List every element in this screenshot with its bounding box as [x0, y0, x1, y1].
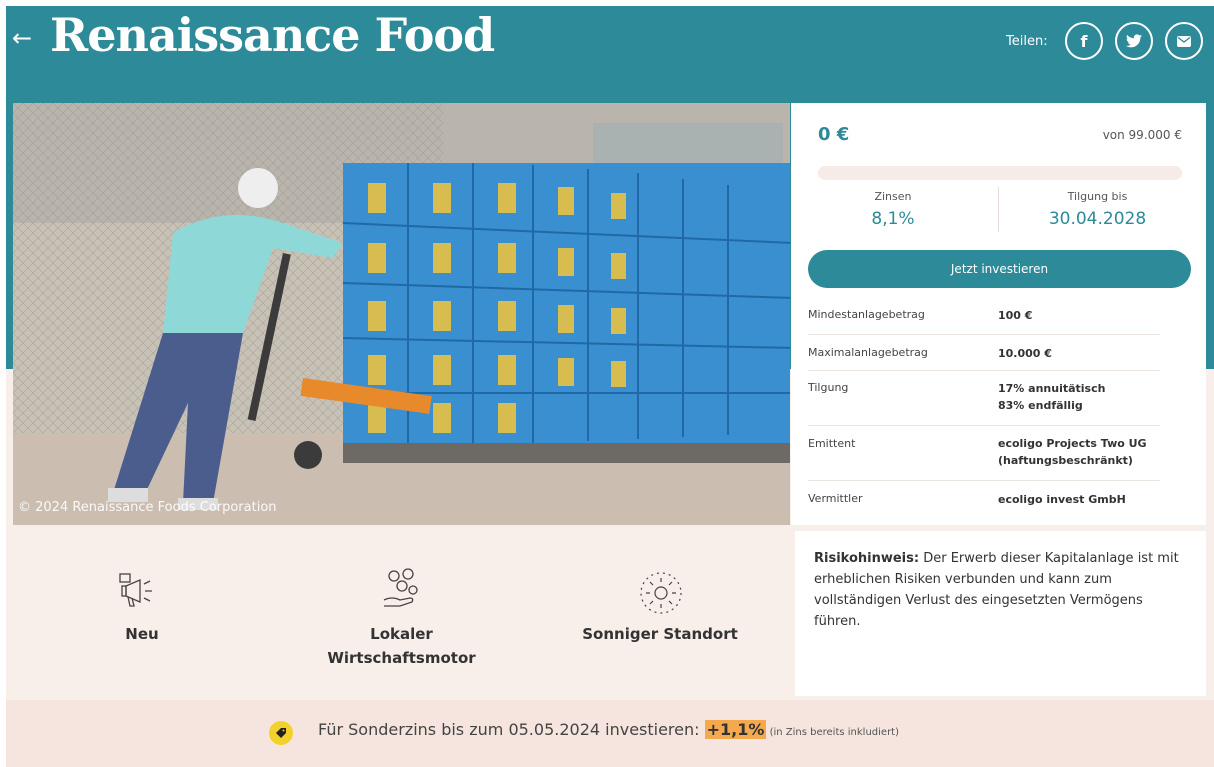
detail-value: ecoligo invest GmbH — [998, 493, 1126, 506]
twitter-icon — [1126, 34, 1142, 48]
tag-icon — [269, 721, 293, 745]
funding-goal: von 99.000 € — [1102, 128, 1182, 142]
email-share-button[interactable] — [1165, 22, 1203, 60]
facebook-share-button[interactable]: f — [1065, 22, 1103, 60]
current-amount: 0 € — [818, 124, 850, 145]
detail-label: Maximalanlagebetrag — [808, 346, 928, 359]
funding-progress-bar — [818, 166, 1182, 180]
invest-now-button[interactable]: Jetzt investieren — [808, 250, 1191, 288]
detail-row-min-amount: Mindestanlagebetrag 100 € — [808, 296, 1160, 334]
arrow-left-icon[interactable]: ← — [12, 24, 32, 52]
detail-value: 10.000 € — [998, 347, 1052, 360]
feature-new-label: Neu — [125, 625, 159, 643]
detail-row-repayment: Tilgung 17% annuitätisch 83% endfällig — [808, 370, 1160, 426]
detail-row-issuer: Emittent ecoligo Projects Two UG (haftun… — [808, 425, 1160, 481]
repayment-value: 30.04.2028 — [1048, 209, 1147, 229]
photo-credit: © 2024 Renaissance Foods Corporation — [18, 500, 277, 515]
detail-label: Tilgung — [808, 381, 849, 394]
stat-divider — [998, 187, 999, 232]
bonus-rate-badge: +1,1% — [704, 720, 767, 739]
interest-label: Zinsen — [874, 190, 912, 203]
hero-image — [13, 103, 790, 525]
sun-icon — [640, 572, 682, 614]
detail-value: 17% annuitätisch 83% endfällig — [998, 382, 1106, 412]
feature-local-economy-label: Lokaler Wirtschaftsmotor — [327, 625, 476, 667]
twitter-share-button[interactable] — [1115, 22, 1153, 60]
page-title: Renaissance Food — [50, 8, 495, 62]
coins-in-hand-icon — [383, 568, 418, 607]
detail-row-max-amount: Maximalanlagebetrag 10.000 € — [808, 334, 1160, 371]
feature-sunny-location-label: Sonniger Standort — [582, 625, 738, 643]
detail-label: Emittent — [808, 437, 856, 450]
risk-notice: Risikohinweis: Der Erwerb dieser Kapital… — [814, 548, 1182, 632]
detail-label: Mindestanlagebetrag — [808, 308, 925, 321]
interest-value: 8,1% — [871, 209, 915, 229]
detail-label: Vermittler — [808, 492, 863, 505]
promo-text: Für Sonderzins bis zum 05.05.2024 invest… — [318, 720, 899, 739]
promo-message: Für Sonderzins bis zum 05.05.2024 invest… — [318, 720, 705, 739]
repayment-label: Tilgung bis — [1067, 190, 1128, 203]
facebook-icon: f — [1080, 31, 1088, 51]
share-label: Teilen: — [1006, 34, 1048, 49]
promo-note: (in Zins bereits inkludiert) — [766, 727, 900, 738]
detail-value: ecoligo Projects Two UG (haftungsbeschrä… — [998, 437, 1147, 467]
megaphone-icon — [119, 573, 152, 607]
detail-value: 100 € — [998, 309, 1033, 322]
email-icon — [1177, 35, 1191, 47]
detail-row-intermediary: Vermittler ecoligo invest GmbH — [808, 480, 1160, 521]
risk-heading: Risikohinweis: — [814, 551, 920, 566]
